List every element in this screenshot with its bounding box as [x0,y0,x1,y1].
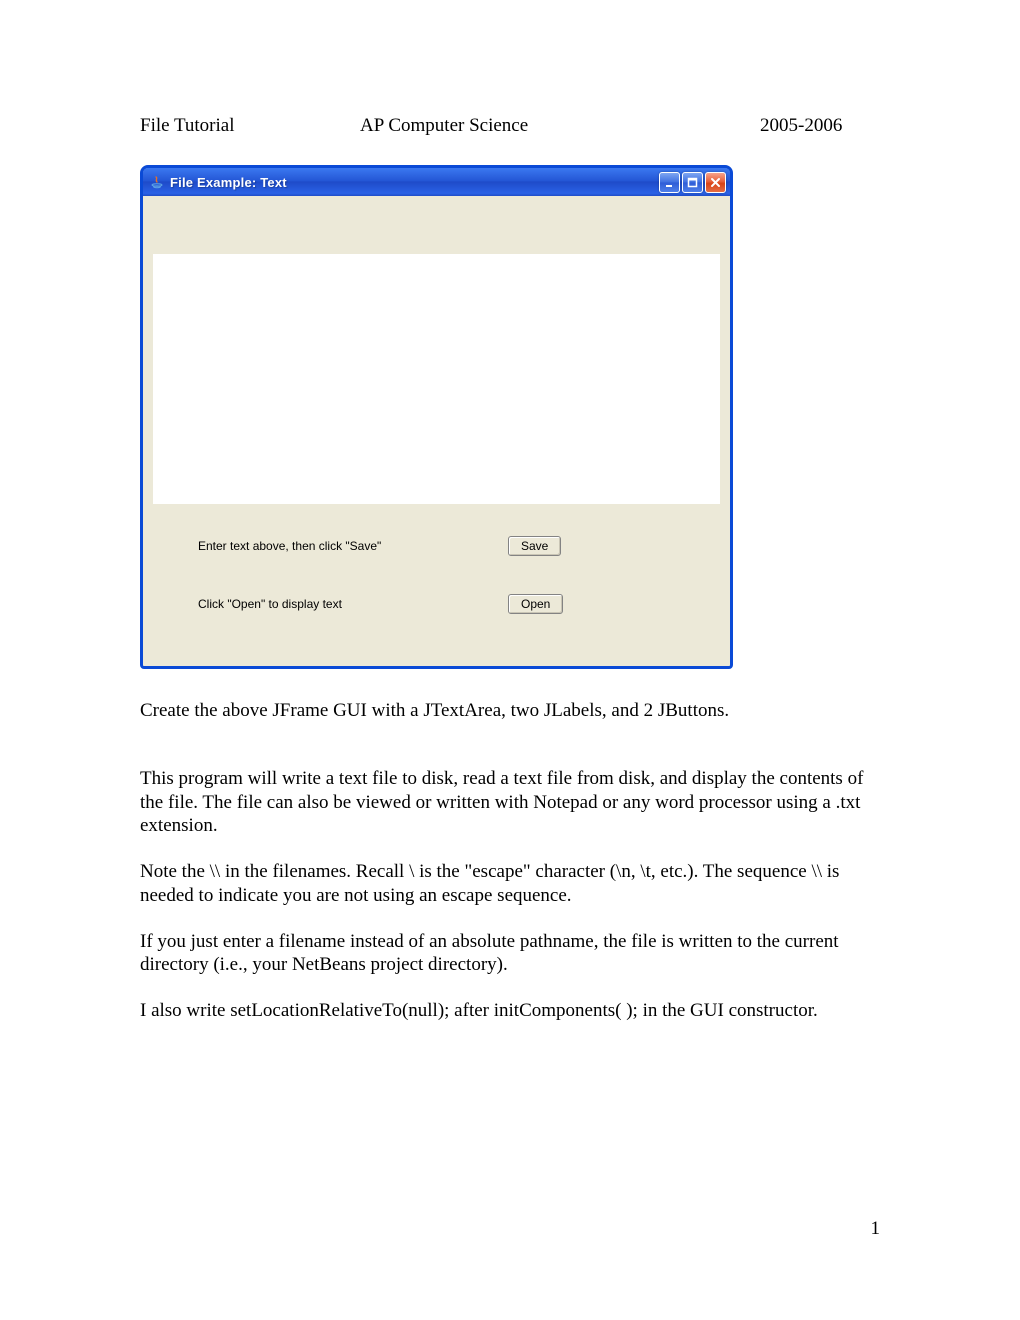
paragraph-5: I also write setLocationRelativeTo(null)… [140,999,880,1023]
text-area[interactable] [153,254,720,504]
minimize-button[interactable] [659,172,680,193]
window-title: File Example: Text [170,175,659,190]
paragraph-3: Note the \\ in the filenames. Recall \ i… [140,860,880,908]
save-row: Enter text above, then click "Save" Save [198,536,690,556]
save-button[interactable]: Save [508,536,561,556]
titlebar[interactable]: File Example: Text [143,168,730,196]
header-right: 2005-2006 [760,115,880,137]
open-label: Click "Open" to display text [198,597,458,611]
maximize-button[interactable] [682,172,703,193]
jframe-window: File Example: Text [140,165,733,669]
paragraph-1: Create the above JFrame GUI with a JText… [140,699,880,723]
paragraph-4: If you just enter a filename instead of … [140,930,880,978]
open-row: Click "Open" to display text Open [198,594,690,614]
close-button[interactable] [705,172,726,193]
page-number: 1 [871,1218,881,1240]
open-button[interactable]: Open [508,594,563,614]
window-controls [659,172,726,193]
paragraph-2: This program will write a text file to d… [140,767,880,838]
body-text: Create the above JFrame GUI with a JText… [140,699,880,1023]
page-header: File Tutorial AP Computer Science 2005-2… [140,115,880,137]
header-center: AP Computer Science [340,115,760,137]
header-left: File Tutorial [140,115,340,137]
client-area: Enter text above, then click "Save" Save… [143,196,730,666]
java-icon [149,174,165,190]
save-label: Enter text above, then click "Save" [198,539,458,553]
